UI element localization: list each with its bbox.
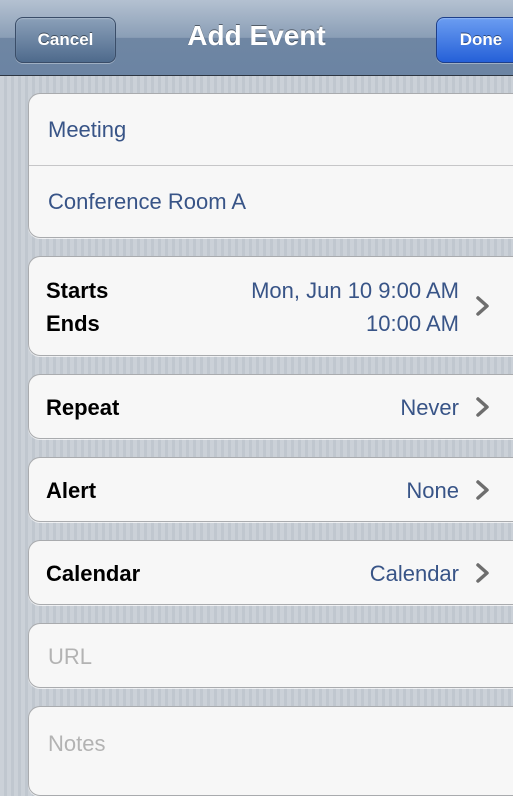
navigation-bar: Cancel Add Event Done [0,0,513,76]
repeat-label: Repeat [46,395,120,420]
chevron-right-icon [475,562,491,584]
calendar-row[interactable]: Calendar Calendar [28,540,513,605]
url-placeholder: URL [48,644,93,669]
notes-placeholder: Notes [48,731,106,756]
chevron-right-icon [475,479,491,501]
repeat-row[interactable]: Repeat Never [28,374,513,439]
alert-row[interactable]: Alert None [28,457,513,522]
starts-value: Mon, Jun 10 9:00 AM [251,278,459,303]
alert-label: Alert [46,478,97,503]
location-field[interactable]: Conference Room A [29,166,513,238]
calendar-label: Calendar [46,561,141,586]
title-location-group: Meeting Conference Room A [28,93,513,238]
done-button[interactable]: Done [436,17,513,63]
ends-label: Ends [46,311,100,336]
location-text: Conference Room A [48,189,247,214]
alert-value: None [406,478,459,503]
starts-label: Starts [46,278,109,303]
ends-value: 10:00 AM [366,311,459,336]
chevron-right-icon [475,295,491,317]
calendar-value: Calendar [369,561,459,586]
title-field[interactable]: Meeting [29,94,513,166]
title-text: Meeting [48,117,127,142]
url-field[interactable]: URL [28,623,513,688]
notes-field[interactable]: Notes [28,706,513,796]
chevron-right-icon [475,396,491,418]
starts-ends-row[interactable]: Starts Ends Mon, Jun 10 9:00 AM 10:00 AM [28,256,513,356]
repeat-value: Never [400,395,459,420]
